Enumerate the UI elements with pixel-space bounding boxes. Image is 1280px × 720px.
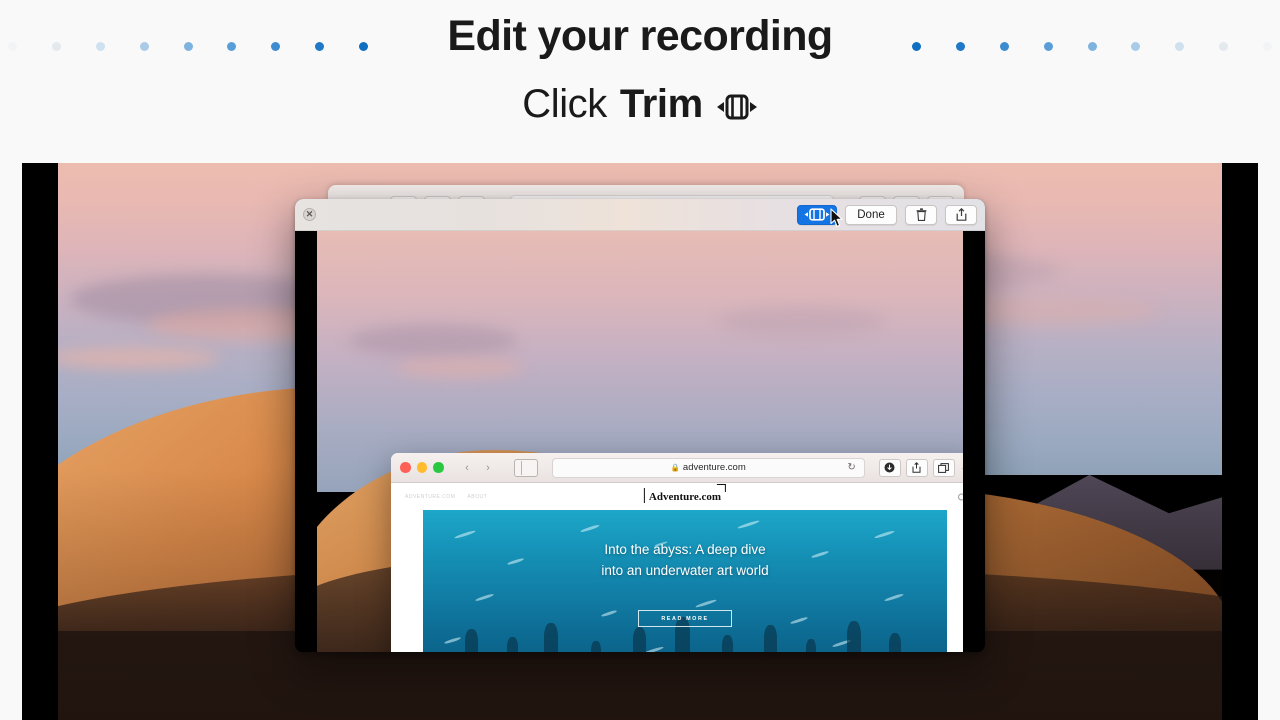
trim-icon [804,208,830,221]
instruction-subtitle: Click Trim [0,82,1280,127]
screenshot-root: Edit your recording Click Trim ✕ Done ‹ … [0,0,1280,720]
instruction-banner: Edit your recording Click Trim [0,0,1280,160]
minimize-window-button [416,462,427,473]
page-title: Edit your recording [447,12,833,60]
search-icon[interactable] [958,493,963,500]
letterbox-left [22,163,58,720]
hero-headline-line1: Into the abyss: A deep dive [604,542,766,557]
share-icon [912,462,921,473]
url-text: adventure.com [682,462,746,473]
site-logo[interactable]: Adventure.com [643,483,727,503]
address-bar[interactable]: 🔒 adventure.com ↻ [551,457,865,478]
instruction-verb: Click [522,82,607,126]
trim-icon [716,94,758,120]
lock-icon: 🔒 [670,463,680,472]
site-nav-item-1[interactable]: ABOUT [467,494,487,500]
navigation-buttons: ‹ › [458,459,498,477]
delete-button[interactable] [905,204,937,225]
download-icon [884,462,895,473]
recorded-desktop: ‹ › 🔒 adventure.com ↻ ADVENTURE.COM ABOU… [317,231,963,652]
trim-button[interactable] [797,204,837,225]
hero-banner: Into the abyss: A deep dive into an unde… [423,510,947,652]
downloads-button[interactable] [878,458,901,477]
reload-icon[interactable]: ↻ [847,462,855,473]
new-tab-button[interactable]: + [962,460,963,476]
trash-icon [916,208,926,221]
read-more-button[interactable]: READ MORE [638,610,732,627]
share-icon [956,208,966,221]
close-icon[interactable]: ✕ [303,208,316,221]
site-header: ADVENTURE.COM ABOUT Adventure.com [391,483,963,510]
safari-toolbar-right: + [878,458,963,477]
screen-recording-capture: ✕ Done ‹ › 🔒 adventure.com ↻ ADVENTURE.C… [22,163,1258,720]
video-letterbox-left [295,231,317,652]
safari-toolbar: ‹ › 🔒 adventure.com ↻ [391,453,963,483]
forward-button[interactable]: › [479,459,498,477]
quicktime-toolbar: ✕ Done [295,199,985,231]
letterbox-right [1222,163,1258,720]
share-button[interactable] [945,204,977,225]
sidebar-icon[interactable] [513,458,538,477]
back-button[interactable]: ‹ [458,459,477,477]
maximize-window-button [433,462,444,473]
site-navigation: ADVENTURE.COM ABOUT [405,494,487,500]
window-controls[interactable] [400,462,444,473]
quicktime-video-area: ‹ › 🔒 adventure.com ↻ ADVENTURE.COM ABOU… [295,231,985,652]
hero-headline-line2: into an underwater art world [601,562,769,578]
share-button[interactable] [905,458,928,477]
hero-headline: Into the abyss: A deep dive into an unde… [423,540,947,582]
instruction-target: Trim [619,82,703,126]
close-window-button [400,462,411,473]
video-letterbox-right [963,231,985,652]
done-button[interactable]: Done [845,204,897,225]
tabs-button[interactable] [932,458,955,477]
site-nav-item-0[interactable]: ADVENTURE.COM [405,494,455,500]
quicktime-player-window: ✕ Done ‹ › 🔒 adventure.com ↻ ADVENTURE.C… [295,199,985,652]
safari-window: ‹ › 🔒 adventure.com ↻ ADVENTURE.COM ABOU… [391,453,963,652]
tabs-icon [938,462,950,473]
